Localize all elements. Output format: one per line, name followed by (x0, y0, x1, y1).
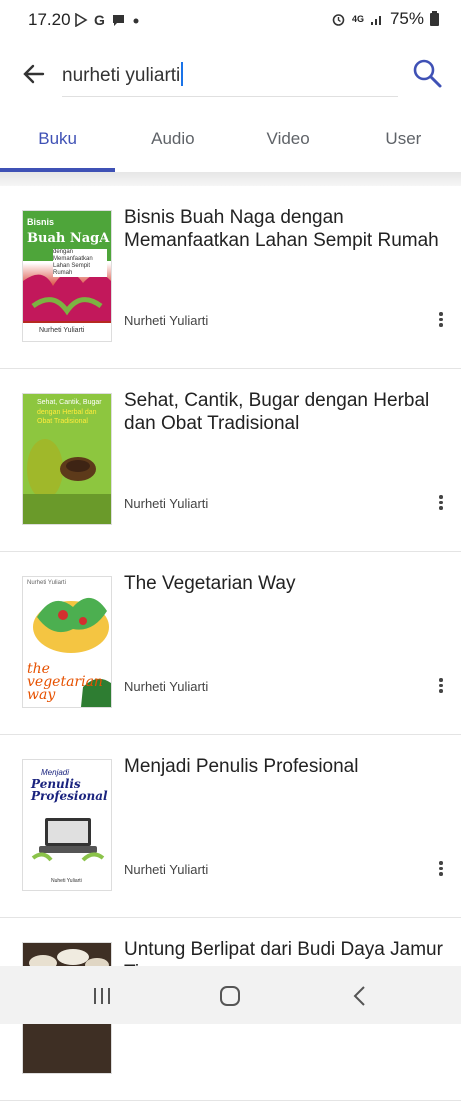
cover-heading: Nurheti Yuliarti (27, 580, 66, 586)
tab-audio[interactable]: Audio (115, 110, 230, 172)
search-input[interactable]: nurheti yuliarti (62, 62, 184, 87)
book-title[interactable]: Bisnis Buah Naga dengan Memanfaatkan Lah… (124, 206, 449, 252)
list-item[interactable]: Bisnis Buah NagA dengan Memanfaatkan Lah… (0, 186, 461, 369)
tab-buku[interactable]: Buku (0, 110, 116, 172)
chat-icon (112, 15, 124, 26)
home-icon[interactable] (214, 980, 246, 1012)
text-cursor (181, 62, 184, 86)
cover-heading: Sehat, Cantik, Bugar (37, 399, 102, 406)
result-list: Bisnis Buah NagA dengan Memanfaatkan Lah… (0, 186, 461, 1101)
status-right: 4G 75% (331, 9, 439, 29)
cover-main: Penulis Profesional (31, 777, 108, 803)
tab-video[interactable]: Video (231, 110, 346, 172)
book-cover[interactable]: Nurheti Yuliarti the vegetarian way (22, 576, 112, 708)
status-left-icons: G (74, 12, 140, 28)
cover-heading: Bisnis (27, 217, 55, 227)
play-store-icon (75, 13, 88, 27)
more-vert-icon[interactable] (432, 676, 450, 696)
system-nav-bar (0, 966, 461, 1024)
cover-main: Buah NagA (27, 231, 110, 246)
book-title[interactable]: The Vegetarian Way (124, 572, 449, 595)
search-bar: nurheti yuliarti (0, 40, 461, 110)
network-type: 4G (351, 14, 364, 24)
book-cover[interactable]: Bisnis Buah NagA dengan Memanfaatkan Lah… (22, 210, 112, 342)
cover-sub: dengan Memanfaatkan Lahan Sempit Rumah (53, 249, 107, 277)
battery-percent: 75% (389, 9, 424, 28)
cover-heading: Menjadi (41, 768, 70, 777)
book-title[interactable]: Menjadi Penulis Profesional (124, 755, 449, 778)
tab-divider (0, 172, 461, 186)
list-item[interactable]: Nurheti Yuliarti the vegetarian way The … (0, 552, 461, 735)
search-icon[interactable] (410, 56, 444, 90)
more-vert-icon[interactable] (432, 859, 450, 879)
tab-user[interactable]: User (346, 110, 461, 172)
book-author: Nurheti Yuliarti (124, 313, 209, 328)
tab-bar: Buku Audio Video User (0, 110, 461, 172)
cover-main: the vegetarian way (27, 661, 103, 703)
status-bar: 17.20 G 4G 75% (0, 0, 461, 40)
book-author: Nurheti Yuliarti (124, 679, 209, 694)
cover-footer: Nurheti Yuliarti (39, 327, 85, 334)
signal-icon (370, 16, 381, 25)
battery-icon (430, 10, 439, 26)
cover-footer: Nuheti Yuliarti (51, 878, 82, 884)
search-underline (62, 96, 398, 97)
arrow-left-icon[interactable] (18, 58, 50, 90)
list-item[interactable]: Menjadi Penulis Profesional Nuheti Yulia… (0, 735, 461, 918)
recent-apps-icon[interactable] (86, 980, 118, 1012)
search-query: nurheti yuliarti (62, 65, 181, 86)
more-vert-icon[interactable] (432, 310, 450, 330)
book-title[interactable]: Sehat, Cantik, Bugar dengan Herbal dan O… (124, 389, 449, 435)
status-time: 17.20 (28, 10, 71, 29)
book-cover[interactable]: Menjadi Penulis Profesional Nuheti Yulia… (22, 759, 112, 891)
dot-icon (133, 18, 139, 24)
more-vert-icon[interactable] (432, 493, 450, 513)
book-cover[interactable]: Sehat, Cantik, Bugar dengan Herbal dan O… (22, 393, 112, 525)
list-item[interactable]: Sehat, Cantik, Bugar dengan Herbal dan O… (0, 369, 461, 552)
google-icon: G (94, 12, 105, 28)
cover-main: dengan Herbal dan Obat Tradisional (37, 409, 97, 425)
book-author: Nurheti Yuliarti (124, 496, 209, 511)
back-icon[interactable] (344, 980, 376, 1012)
book-author: Nurheti Yuliarti (124, 862, 209, 877)
alarm-icon (332, 13, 345, 26)
